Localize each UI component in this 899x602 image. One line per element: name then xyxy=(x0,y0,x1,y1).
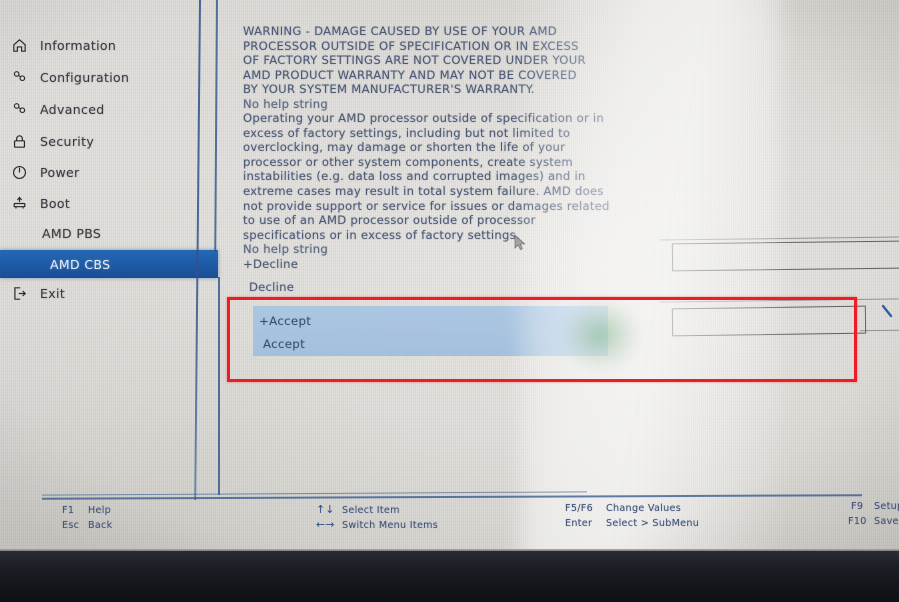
sidebar-item-label: Boot xyxy=(40,195,71,211)
shortcut-desc-switch-menu: Switch Menu Items xyxy=(342,520,439,531)
footer-shortcut-bar: F1 Help Esc Back ↑↓ Select Item ←→ Switc… xyxy=(0,498,899,538)
sidebar-item-label: Information xyxy=(40,37,117,53)
shortcut-key-esc: Esc xyxy=(62,520,80,531)
decline-value[interactable]: Decline xyxy=(249,280,613,295)
shortcut-key-f10: F10 xyxy=(848,516,867,527)
sidebar-item-boot[interactable]: Boot xyxy=(0,188,201,218)
shortcut-desc-help: Help xyxy=(88,505,112,516)
left-right-arrow-icon: ←→ xyxy=(316,518,335,531)
sidebar-item-label: Advanced xyxy=(40,101,105,117)
shortcut-desc-back: Back xyxy=(88,520,113,531)
photographed-bios-screen: Information Configuration Advanced Secur… xyxy=(0,0,899,602)
up-down-arrow-icon: ↑↓ xyxy=(316,503,335,516)
sidebar-item-amd-pbs[interactable]: AMD PBS xyxy=(0,218,201,248)
detail-line: instabilities (e.g. data loss and corrup… xyxy=(243,169,586,184)
sidebar-item-label: Security xyxy=(40,133,95,149)
detail-line: to use of an AMD processor outside of pr… xyxy=(243,213,536,228)
shortcut-key-enter: Enter xyxy=(565,518,593,529)
lock-icon xyxy=(6,133,32,150)
sidebar-item-power[interactable]: Power xyxy=(0,157,201,187)
help-text-panel: WARNING - DAMAGE CAUSED BY USE OF YOUR A… xyxy=(243,24,613,295)
mouse-cursor-icon xyxy=(514,234,527,252)
detail-line: excess of factory settings, including bu… xyxy=(243,125,571,140)
detail-line: overclocking, may damage or shorten the … xyxy=(243,140,566,155)
sidebar-item-information[interactable]: Information xyxy=(0,30,201,60)
sidebar-item-configuration[interactable]: Configuration xyxy=(0,62,201,92)
bios-sidebar-menu: Information Configuration Advanced Secur… xyxy=(0,0,218,551)
detail-line: Operating your AMD processor outside of … xyxy=(243,111,604,126)
blue-checkmark-icon xyxy=(881,303,898,319)
no-help-string-2: No help string xyxy=(243,242,328,257)
detail-line: processor or other system components, cr… xyxy=(243,154,573,169)
decline-marked-label: +Decline xyxy=(243,256,299,271)
exit-icon xyxy=(6,285,32,302)
no-help-string-1: No help string xyxy=(243,96,328,111)
home-icon xyxy=(6,37,32,54)
value-box-upper[interactable] xyxy=(671,240,899,272)
shortcut-key-f5f6: F5/F6 xyxy=(565,503,593,514)
sidebar-item-label: AMD PBS xyxy=(42,225,102,241)
shortcut-desc-save-and-exit: Save and xyxy=(874,516,899,527)
detail-line: extreme cases may result in total system… xyxy=(243,184,604,199)
sidebar-item-label: AMD CBS xyxy=(50,256,111,272)
gear-nodes-icon xyxy=(6,69,32,86)
sidebar-item-advanced[interactable]: Advanced xyxy=(0,94,201,124)
sidebar-item-amd-cbs[interactable]: AMD CBS xyxy=(0,250,218,278)
shortcut-desc-select-submenu: Select > SubMenu xyxy=(606,518,700,529)
warning-line: OF FACTORY SETTINGS ARE NOT COVERED UNDE… xyxy=(243,53,586,68)
sidebar-item-label: Power xyxy=(40,164,80,180)
warning-line: AMD PRODUCT WARRANTY AND MAY NOT BE COVE… xyxy=(243,67,577,82)
shortcut-desc-setup-defaults: Setup De xyxy=(874,501,899,512)
sidebar-item-exit[interactable]: Exit xyxy=(0,278,201,308)
boot-icon xyxy=(6,195,32,212)
monitor-bezel: LEGION 值 什么值得买 xyxy=(0,551,899,602)
power-icon xyxy=(6,164,32,181)
sidebar-item-label: Configuration xyxy=(40,69,130,85)
shortcut-desc-change-values: Change Values xyxy=(606,503,682,514)
warning-line: WARNING - DAMAGE CAUSED BY USE OF YOUR A… xyxy=(243,24,557,38)
detail-line: specifications or in excess of factory s… xyxy=(243,227,520,242)
sidebar-item-label: Exit xyxy=(40,285,66,301)
warning-line: PROCESSOR OUTSIDE OF SPECIFICATION OR IN… xyxy=(243,38,579,53)
shortcut-key-f9: F9 xyxy=(851,501,864,512)
shortcut-key-f1: F1 xyxy=(62,505,75,516)
red-annotation-rectangle xyxy=(227,297,857,382)
gear-nodes-icon xyxy=(6,101,32,118)
detail-line: not provide support or service for issue… xyxy=(243,198,610,213)
warning-line: BY YOUR SYSTEM MANUFACTURER'S WARRANTY. xyxy=(243,82,535,97)
content-divider-line-bottom xyxy=(218,277,220,495)
sidebar-item-security[interactable]: Security xyxy=(0,126,201,156)
shortcut-desc-select-item: Select Item xyxy=(342,505,400,516)
